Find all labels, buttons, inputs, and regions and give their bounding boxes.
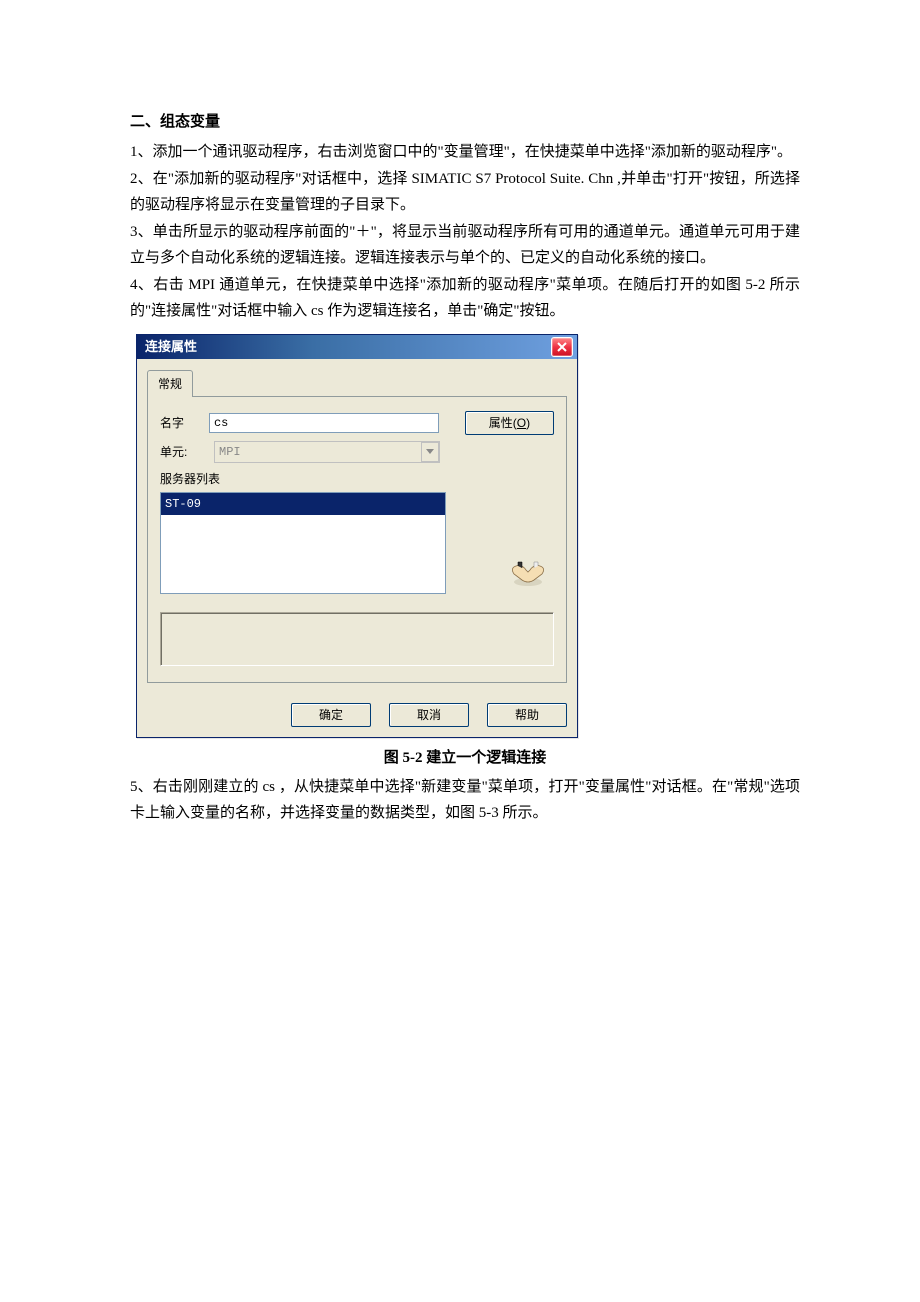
titlebar: 连接属性 [137,335,577,359]
dialog-title: 连接属性 [145,336,197,358]
section-heading: 二、组态变量 [130,110,800,136]
paragraph-3: 3、单击所显示的驱动程序前面的"＋"，将显示当前驱动程序所有可用的通道单元。通道… [130,220,800,271]
tab-panel-general: 名字 cs 属性(O) 单元: MPI [147,396,567,682]
paragraph-1: 1、添加一个通讯驱动程序，右击浏览窗口中的"变量管理"，在快捷菜单中选择"添加新… [130,140,800,166]
name-input[interactable]: cs [209,413,439,433]
properties-button-prefix: 属性( [489,413,517,433]
close-icon [557,342,567,352]
paragraph-2: 2、在"添加新的驱动程序"对话框中，选择 SIMATIC S7 Protocol… [130,167,800,218]
handshake-icon [508,558,548,594]
paragraph-4: 4、右击 MPI 通道单元，在快捷菜单中选择"添加新的驱动程序"菜单项。在随后打… [130,273,800,324]
list-item[interactable]: ST-09 [161,493,445,515]
server-listbox[interactable]: ST-09 [160,492,446,594]
connection-properties-dialog: 连接属性 常规 名字 cs 属性(O) [136,334,578,738]
server-list-label: 服务器列表 [160,469,554,489]
chevron-down-icon [426,449,434,455]
unit-value: MPI [219,442,241,462]
figure-caption: 图 5-2 建立一个逻辑连接 [130,746,800,772]
cancel-button[interactable]: 取消 [389,703,469,727]
tab-general[interactable]: 常规 [147,370,193,397]
unit-combobox: MPI [214,441,440,463]
close-button[interactable] [551,337,573,357]
help-button[interactable]: 帮助 [487,703,567,727]
properties-button-suffix: ) [526,413,530,433]
properties-button-key: O [517,413,526,433]
unit-label: 单元: [160,442,214,462]
description-box [160,612,554,666]
ok-button[interactable]: 确定 [291,703,371,727]
paragraph-5: 5、右击刚刚建立的 cs ，从快捷菜单中选择"新建变量"菜单项，打开"变量属性"… [130,775,800,826]
combobox-arrow [421,442,439,462]
dialog-button-row: 确定 取消 帮助 [137,691,577,737]
properties-button[interactable]: 属性(O) [465,411,554,435]
name-label: 名字 [160,413,209,433]
dialog-figure: 连接属性 常规 名字 cs 属性(O) [136,334,800,738]
